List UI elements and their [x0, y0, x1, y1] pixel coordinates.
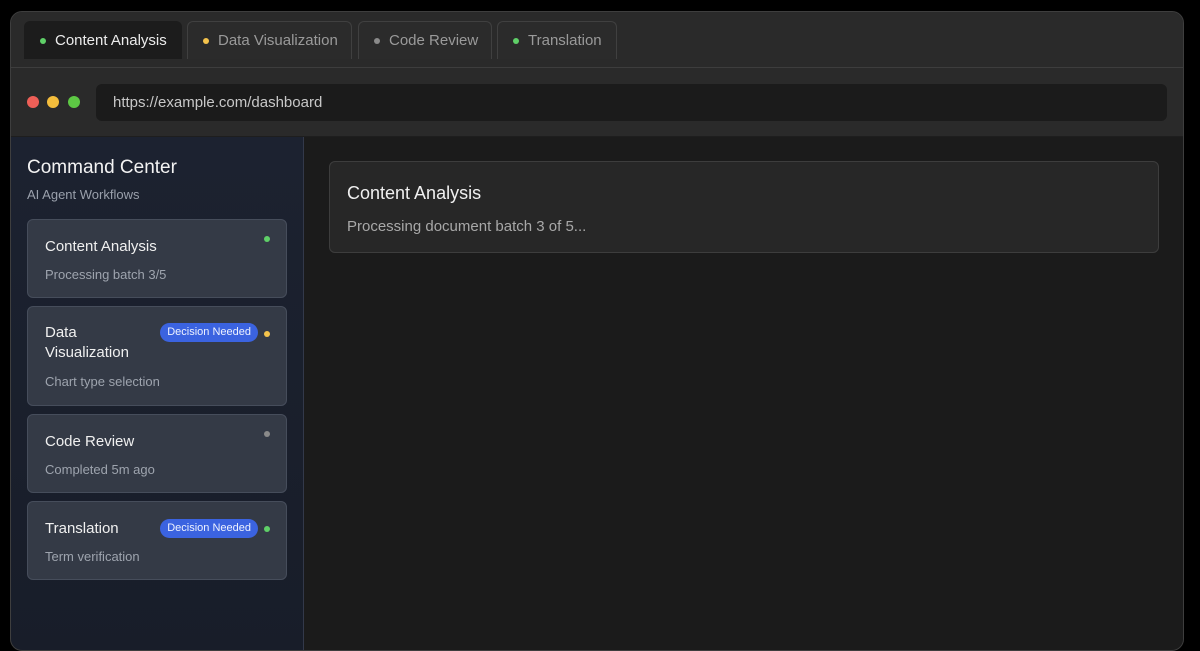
card-title: Data Visualization [45, 324, 129, 361]
tab-code-review[interactable]: Code Review [358, 21, 492, 59]
tab-label: Translation [528, 32, 602, 49]
tab-label: Code Review [389, 32, 479, 49]
main-content: Content Analysis Processing document bat… [304, 137, 1183, 650]
close-window-icon[interactable] [27, 96, 39, 108]
tab-translation[interactable]: Translation [497, 21, 617, 59]
card-subtitle: Chart type selection [45, 374, 160, 389]
panel-title: Content Analysis [347, 183, 482, 203]
status-dot-icon [40, 37, 46, 44]
status-dot-icon [264, 236, 270, 242]
workflow-detail-panel: Content Analysis Processing document bat… [329, 161, 1159, 253]
status-dot-icon [513, 37, 519, 44]
workflow-card-code-review[interactable]: Code Review Completed 5m ago [27, 414, 287, 493]
url-text: https://example.com/dashboard [113, 94, 323, 111]
workflow-card-data-visualization[interactable]: Data Visualization Chart type selection … [27, 306, 287, 406]
sidebar-title: Command Center [27, 157, 177, 178]
status-dot-icon [264, 331, 270, 337]
card-subtitle: Term verification [45, 549, 140, 564]
workflow-card-content-analysis[interactable]: Content Analysis Processing batch 3/5 [27, 219, 287, 298]
decision-needed-badge: Decision Needed [160, 519, 258, 538]
browser-window: Content Analysis Data Visualization Code… [10, 11, 1184, 651]
decision-needed-badge: Decision Needed [160, 323, 258, 342]
status-dot-icon [374, 37, 380, 44]
tab-strip: Content Analysis Data Visualization Code… [11, 12, 1183, 68]
tab-content-analysis[interactable]: Content Analysis [24, 21, 182, 59]
card-title: Content Analysis [45, 238, 157, 255]
address-row: https://example.com/dashboard [11, 68, 1183, 137]
tab-data-visualization[interactable]: Data Visualization [187, 21, 352, 59]
url-bar[interactable]: https://example.com/dashboard [96, 84, 1167, 121]
minimize-window-icon[interactable] [47, 96, 59, 108]
status-dot-icon [203, 37, 209, 44]
panel-status-text: Processing document batch 3 of 5... [347, 218, 587, 235]
card-subtitle: Processing batch 3/5 [45, 267, 167, 282]
card-title: Code Review [45, 433, 135, 450]
status-dot-icon [264, 526, 270, 532]
workflow-card-translation[interactable]: Translation Term verification Decision N… [27, 501, 287, 580]
card-title: Translation [45, 520, 119, 537]
sidebar: Command Center AI Agent Workflows Conten… [11, 137, 304, 650]
card-subtitle: Completed 5m ago [45, 462, 155, 477]
sidebar-subtitle: AI Agent Workflows [27, 187, 140, 202]
tab-label: Content Analysis [55, 32, 167, 49]
status-dot-icon [264, 431, 270, 437]
maximize-window-icon[interactable] [68, 96, 80, 108]
tab-label: Data Visualization [218, 32, 338, 49]
